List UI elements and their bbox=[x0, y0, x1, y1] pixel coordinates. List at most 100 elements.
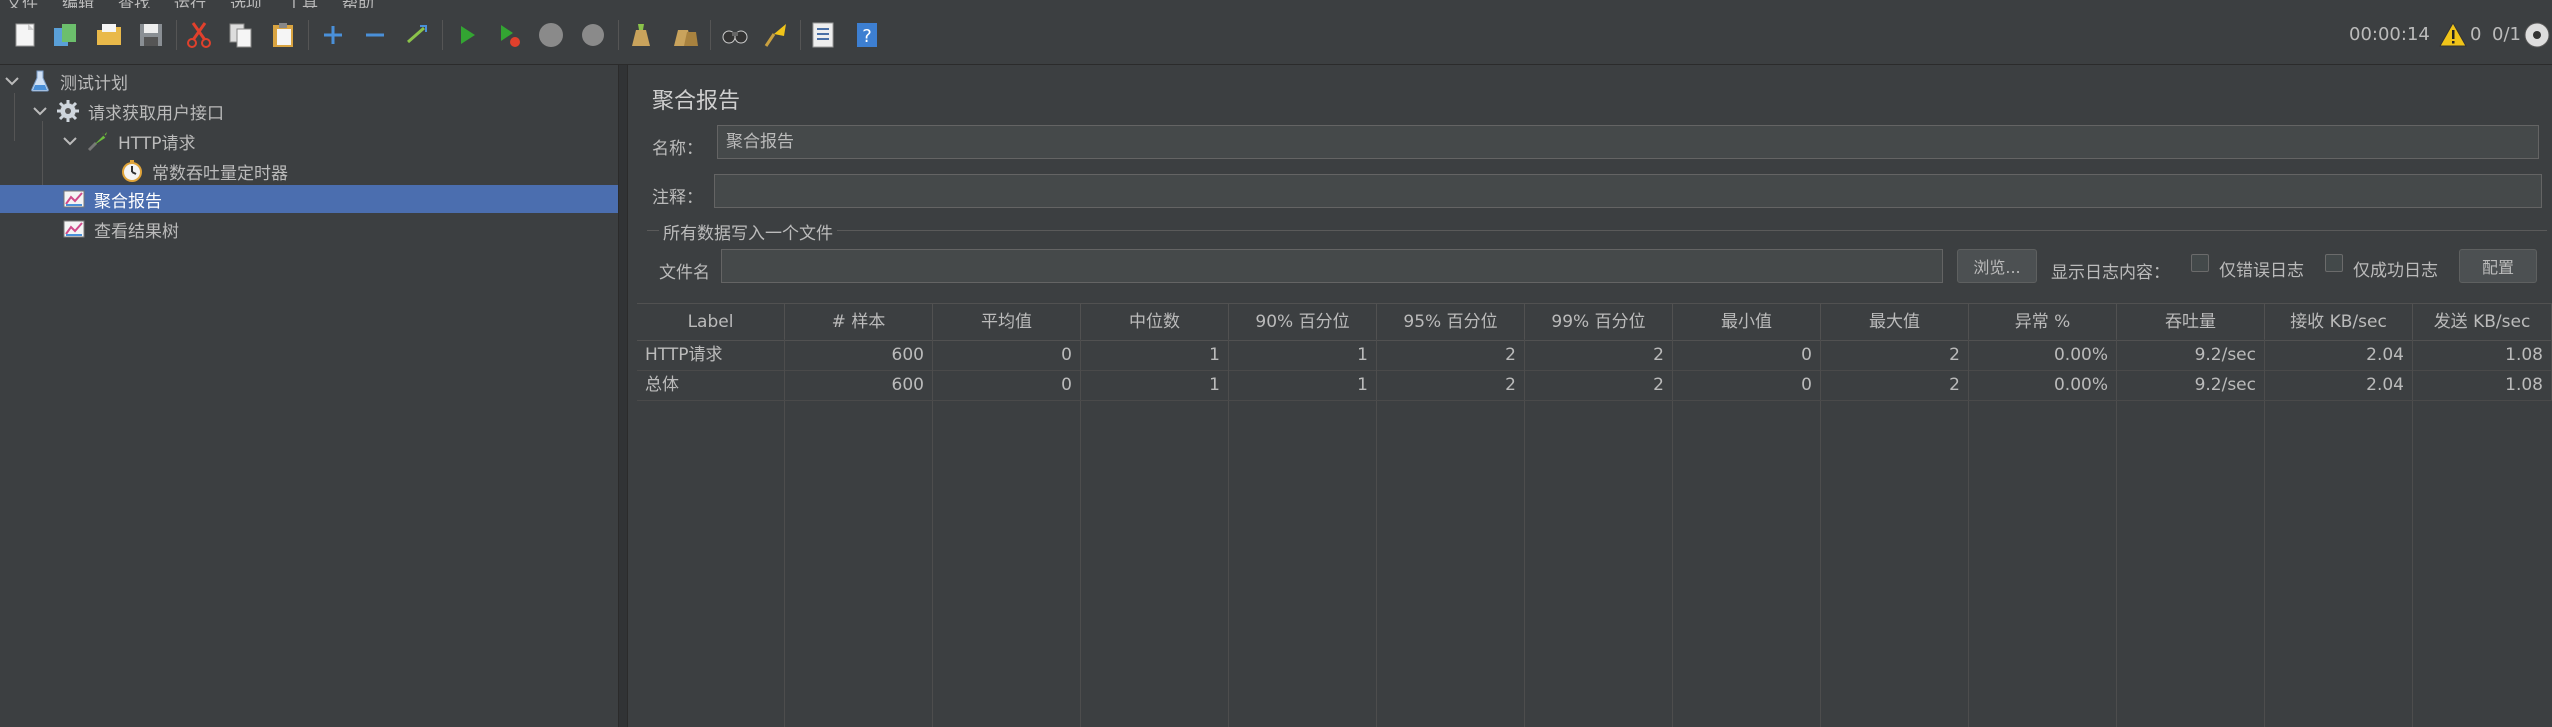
column-header-error[interactable]: 异常 % bbox=[1969, 304, 2117, 340]
remote-threads-icon[interactable] bbox=[2522, 20, 2552, 50]
column-header-samples[interactable]: # 样本 bbox=[785, 304, 933, 340]
tree-label: 请求获取用户接口 bbox=[88, 103, 224, 124]
browse-button[interactable]: 浏览... bbox=[1957, 249, 2037, 283]
warning-count: 0 bbox=[2470, 24, 2482, 45]
new-icon[interactable] bbox=[8, 18, 42, 52]
report-icon bbox=[63, 190, 85, 208]
column-header-label[interactable]: Label bbox=[637, 304, 785, 340]
table-cell: 0.00% bbox=[1969, 340, 2117, 370]
column-header-max[interactable]: 最大值 bbox=[1821, 304, 1969, 340]
svg-text:?: ? bbox=[862, 26, 872, 47]
table-cell: 2.04 bbox=[2265, 370, 2413, 400]
table-header: Label # 样本 平均值 中位数 90% 百分位 95% 百分位 99% 百… bbox=[637, 303, 2552, 341]
configure-button[interactable]: 配置 bbox=[2459, 249, 2537, 283]
function-helper-icon[interactable] bbox=[806, 18, 840, 52]
reset-search-icon[interactable] bbox=[758, 18, 792, 52]
table-cell: 0.00% bbox=[1969, 370, 2117, 400]
column-header-min[interactable]: 最小值 bbox=[1673, 304, 1821, 340]
cut-icon[interactable] bbox=[182, 18, 216, 52]
toolbar: ? 00:00:14 0 0/1 bbox=[0, 8, 2552, 65]
table-cell: 1 bbox=[1081, 340, 1229, 370]
filename-input[interactable] bbox=[721, 249, 1943, 283]
table-cell: 1 bbox=[1229, 340, 1377, 370]
save-icon[interactable] bbox=[134, 18, 168, 52]
tree-item-results-tree[interactable]: 查看结果树 bbox=[0, 215, 618, 243]
file-group-title: 所有数据写入一个文件 bbox=[659, 219, 837, 244]
menu-file[interactable]: 文件 bbox=[6, 0, 38, 8]
column-header-average[interactable]: 平均值 bbox=[933, 304, 1081, 340]
column-header-p95[interactable]: 95% 百分位 bbox=[1377, 304, 1525, 340]
clear-all-icon[interactable] bbox=[668, 18, 702, 52]
menu-run[interactable]: 运行 bbox=[174, 0, 206, 8]
chevron-down-icon[interactable] bbox=[32, 103, 48, 119]
start-no-pause-icon[interactable] bbox=[492, 18, 526, 52]
tree-label: 测试计划 bbox=[60, 73, 128, 94]
tree-item-test-plan[interactable]: 测试计划 bbox=[0, 67, 618, 95]
collapse-icon[interactable] bbox=[358, 18, 392, 52]
help-icon[interactable]: ? bbox=[850, 18, 884, 52]
table-row[interactable]: 总体 600 0 1 1 2 2 0 2 0.00% 9.2/sec 2.04 … bbox=[637, 370, 2552, 401]
column-header-p99[interactable]: 99% 百分位 bbox=[1525, 304, 1673, 340]
menu-help[interactable]: 帮助 bbox=[342, 0, 374, 8]
tree-label: 查看结果树 bbox=[94, 221, 179, 242]
menu-tools[interactable]: 工具 bbox=[286, 0, 318, 8]
report-icon bbox=[63, 220, 85, 238]
tree-item-aggregate-report[interactable]: 聚合报告 bbox=[0, 185, 618, 213]
chevron-down-icon[interactable] bbox=[4, 73, 20, 89]
start-icon[interactable] bbox=[450, 18, 484, 52]
menu-options[interactable]: 选项 bbox=[230, 0, 262, 8]
success-only-checkbox[interactable] bbox=[2325, 254, 2343, 272]
menu-edit[interactable]: 编辑 bbox=[62, 0, 94, 8]
stop-icon[interactable] bbox=[534, 18, 568, 52]
warning-icon[interactable] bbox=[2438, 20, 2468, 50]
http-sampler-icon bbox=[87, 132, 107, 152]
table-cell: 2 bbox=[1525, 370, 1673, 400]
table-cell: HTTP请求 bbox=[637, 340, 785, 370]
tree-item-thread-group[interactable]: 请求获取用户接口 bbox=[0, 97, 618, 125]
table-cell: 2 bbox=[1821, 370, 1969, 400]
tree-item-timer[interactable]: 常数吞吐量定时器 bbox=[0, 157, 618, 185]
column-header-throughput[interactable]: 吞吐量 bbox=[2117, 304, 2265, 340]
table-cell: 2 bbox=[1377, 340, 1525, 370]
comment-label: 注释： bbox=[652, 188, 703, 208]
test-plan-icon bbox=[31, 70, 49, 92]
table-cell: 2.04 bbox=[2265, 340, 2413, 370]
column-header-p90[interactable]: 90% 百分位 bbox=[1229, 304, 1377, 340]
table-cell: 0 bbox=[933, 370, 1081, 400]
toggle-icon[interactable] bbox=[400, 18, 434, 52]
table-cell: 2 bbox=[1821, 340, 1969, 370]
table-cell: 600 bbox=[785, 340, 933, 370]
table-cell: 9.2/sec bbox=[2117, 340, 2265, 370]
filename-label: 文件名 bbox=[659, 263, 710, 283]
copy-icon[interactable] bbox=[224, 18, 258, 52]
table-cell: 1 bbox=[1081, 370, 1229, 400]
tree-label: 聚合报告 bbox=[94, 191, 162, 212]
errors-only-label: 仅错误日志 bbox=[2219, 261, 2304, 281]
column-header-median[interactable]: 中位数 bbox=[1081, 304, 1229, 340]
errors-only-checkbox[interactable] bbox=[2191, 254, 2209, 272]
comment-input[interactable] bbox=[714, 174, 2542, 208]
clear-icon[interactable] bbox=[624, 18, 658, 52]
tree-label: HTTP请求 bbox=[118, 133, 196, 154]
search-icon[interactable] bbox=[718, 18, 752, 52]
table-row[interactable]: HTTP请求 600 0 1 1 2 2 0 2 0.00% 9.2/sec 2… bbox=[637, 340, 2552, 371]
expand-icon[interactable] bbox=[316, 18, 350, 52]
table-cell: 总体 bbox=[637, 370, 785, 400]
templates-icon[interactable] bbox=[48, 18, 82, 52]
table-cell: 1 bbox=[1229, 370, 1377, 400]
shutdown-icon[interactable] bbox=[576, 18, 610, 52]
table-cell: 1.08 bbox=[2413, 370, 2552, 400]
name-input[interactable]: 聚合报告 bbox=[717, 125, 2539, 159]
table-cell: 2 bbox=[1377, 370, 1525, 400]
column-header-received[interactable]: 接收 KB/sec bbox=[2265, 304, 2413, 340]
table-cell: 0 bbox=[1673, 340, 1821, 370]
table-cell: 2 bbox=[1525, 340, 1673, 370]
menu-search[interactable]: 查找 bbox=[118, 0, 150, 8]
chevron-down-icon[interactable] bbox=[62, 133, 78, 149]
tree-item-http-request[interactable]: HTTP请求 bbox=[0, 127, 618, 155]
column-header-sent[interactable]: 发送 KB/sec bbox=[2413, 304, 2552, 340]
open-icon[interactable] bbox=[92, 18, 126, 52]
paste-icon[interactable] bbox=[266, 18, 300, 52]
panel-title: 聚合报告 bbox=[652, 89, 741, 114]
aggregate-table: Label # 样本 平均值 中位数 90% 百分位 95% 百分位 99% 百… bbox=[637, 303, 2552, 727]
